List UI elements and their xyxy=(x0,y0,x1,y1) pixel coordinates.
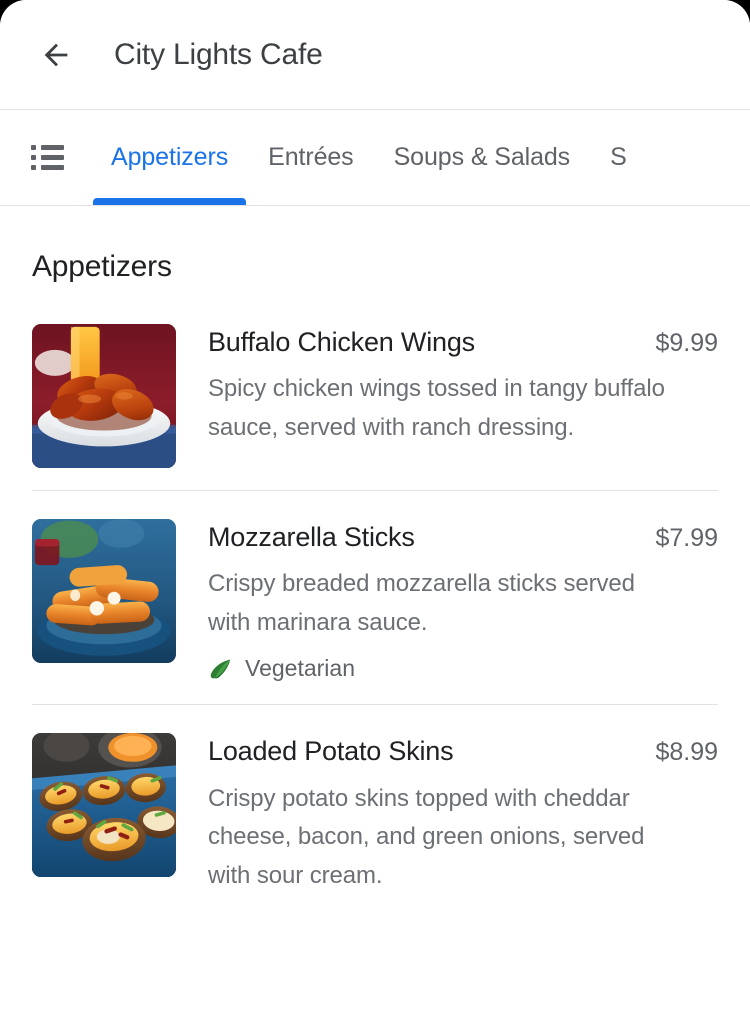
menu-item[interactable]: Mozzarella Sticks $7.99 Crispy breaded m… xyxy=(32,491,718,682)
list-icon-row xyxy=(31,145,65,150)
list-icon-bar xyxy=(41,145,64,150)
list-icon-bar xyxy=(41,165,64,170)
menu-item-price: $7.99 xyxy=(655,524,718,552)
menu-item-header: Buffalo Chicken Wings $9.99 xyxy=(208,326,718,358)
menu-item-header: Loaded Potato Skins $8.99 xyxy=(208,735,718,767)
menu-item-name: Buffalo Chicken Wings xyxy=(208,327,475,357)
menu-content: Appetizers Buffalo Chicken Wings $9.99 S… xyxy=(0,206,750,1010)
menu-item-header: Mozzarella Sticks $7.99 xyxy=(208,521,718,553)
dietary-tag-label: Vegetarian xyxy=(245,655,355,682)
mozzarella-sticks-photo xyxy=(32,519,176,663)
menu-item-name: Loaded Potato Skins xyxy=(208,736,454,767)
category-tab-bar: Appetizers Entrées Soups & Salads S xyxy=(0,110,750,206)
leaf-icon xyxy=(210,659,231,679)
section-heading: Appetizers xyxy=(32,250,172,283)
menu-item-description: Crispy potato skins topped with cheddar … xyxy=(208,784,645,890)
menu-item-description: Spicy chicken wings tossed in tangy buff… xyxy=(208,375,665,442)
list-icon-dot xyxy=(31,145,36,150)
list-icon-row xyxy=(31,165,65,170)
menu-item[interactable]: Loaded Potato Skins $8.99 Crispy potato … xyxy=(32,705,718,896)
menu-item-name: Mozzarella Sticks xyxy=(208,522,415,552)
list-icon-dot xyxy=(31,165,36,170)
loaded-potato-skins-photo xyxy=(32,733,176,878)
menu-item-image xyxy=(32,733,176,878)
tab-soups-and-salads[interactable]: Soups & Salads xyxy=(374,110,591,205)
tab-next-partial[interactable]: S xyxy=(590,110,647,205)
page-title: City Lights Cafe xyxy=(114,37,323,71)
menu-item-image xyxy=(32,519,176,663)
list-icon-row xyxy=(31,155,65,160)
tab-appetizers[interactable]: Appetizers xyxy=(91,110,248,205)
menu-item-description: Crispy breaded mozzarella sticks served … xyxy=(208,570,635,637)
arrow-left-icon xyxy=(44,43,68,66)
menu-item[interactable]: Buffalo Chicken Wings $9.99 Spicy chicke… xyxy=(32,318,718,468)
app-bar: City Lights Cafe xyxy=(0,0,750,110)
tab-list: Appetizers Entrées Soups & Salads S xyxy=(91,110,750,205)
menu-item-body: Mozzarella Sticks $7.99 Crispy breaded m… xyxy=(176,519,718,682)
dietary-tag-vegetarian: Vegetarian xyxy=(208,655,355,682)
menu-item-tags: Vegetarian xyxy=(208,655,718,682)
back-button[interactable] xyxy=(28,27,84,83)
tab-entrees[interactable]: Entrées xyxy=(248,110,373,205)
list-icon-dot xyxy=(31,155,36,160)
menu-item-price: $8.99 xyxy=(655,738,718,767)
list-icon-bar xyxy=(41,155,64,160)
menu-item-body: Buffalo Chicken Wings $9.99 Spicy chicke… xyxy=(176,324,718,448)
app-window: City Lights Cafe Appetizers Entrées Soup… xyxy=(0,0,750,1010)
buffalo-chicken-wings-photo xyxy=(32,324,176,468)
menu-item-price: $9.99 xyxy=(655,329,718,357)
list-view-icon[interactable] xyxy=(31,141,65,175)
menu-item-image xyxy=(32,324,176,468)
menu-item-body: Loaded Potato Skins $8.99 Crispy potato … xyxy=(176,733,718,896)
